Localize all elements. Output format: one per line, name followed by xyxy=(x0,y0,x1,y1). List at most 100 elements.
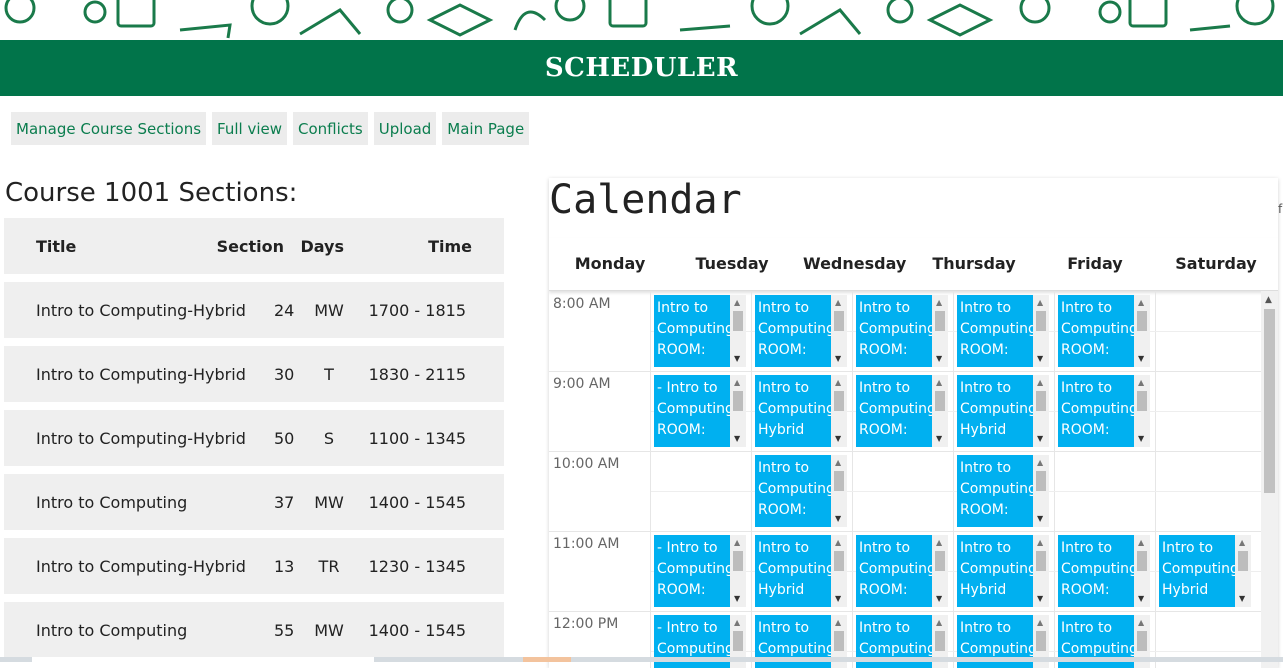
calendar-event[interactable]: Intro to Computing ROOM: ▲ ▼ xyxy=(1058,535,1150,607)
manage-course-sections-link[interactable]: Manage Course Sections xyxy=(11,112,207,145)
upload-link[interactable]: Upload xyxy=(373,112,437,145)
scroll-up-arrow-icon[interactable]: ▲ xyxy=(1037,619,1043,627)
event-scrollbar[interactable]: ▲▼ xyxy=(1033,375,1049,447)
calendar-event[interactable]: - Intro to Computing ROOM: ▲ ▼ xyxy=(654,535,746,607)
scroll-thumb[interactable] xyxy=(1036,311,1046,331)
calendar-event[interactable]: Intro to Computing ROOM: ▲ ▼ xyxy=(1058,375,1150,447)
event-scrollbar[interactable]: ▲▼ xyxy=(1033,535,1049,607)
scroll-down-arrow-icon[interactable]: ▼ xyxy=(1138,435,1144,443)
table-row[interactable]: Intro to Computing-Hybrid 13 TR 1230 - 1… xyxy=(4,538,504,594)
calendar-event[interactable]: Intro to Computing ROOM: ▲ ▼ xyxy=(957,455,1049,527)
scroll-thumb[interactable] xyxy=(1264,309,1275,493)
scroll-up-arrow-icon[interactable]: ▲ xyxy=(835,299,841,307)
scroll-down-arrow-icon[interactable]: ▼ xyxy=(936,595,942,603)
scroll-up-arrow-icon[interactable]: ▲ xyxy=(734,299,740,307)
event-scrollbar[interactable]: ▲▼ xyxy=(932,375,948,447)
scroll-down-arrow-icon[interactable]: ▼ xyxy=(734,595,740,603)
scroll-thumb[interactable] xyxy=(733,631,743,651)
event-scrollbar[interactable]: ▲▼ xyxy=(932,535,948,607)
scroll-down-arrow-icon[interactable]: ▼ xyxy=(936,435,942,443)
scroll-down-arrow-icon[interactable]: ▼ xyxy=(1037,515,1043,523)
event-scrollbar[interactable]: ▲▼ xyxy=(1134,295,1150,367)
scroll-up-arrow-icon[interactable]: ▲ xyxy=(936,379,942,387)
event-scrollbar[interactable]: ▲▼ xyxy=(1134,375,1150,447)
scroll-up-arrow-icon[interactable]: ▲ xyxy=(835,379,841,387)
scroll-down-arrow-icon[interactable]: ▼ xyxy=(1037,435,1043,443)
scroll-thumb[interactable] xyxy=(1137,391,1147,411)
scroll-up-arrow-icon[interactable]: ▲ xyxy=(1037,379,1043,387)
scroll-up-arrow-icon[interactable]: ▲ xyxy=(1138,299,1144,307)
scroll-thumb[interactable] xyxy=(1036,551,1046,571)
event-scrollbar[interactable]: ▲▼ xyxy=(831,535,847,607)
main-page-link[interactable]: Main Page xyxy=(442,112,530,145)
scroll-thumb[interactable] xyxy=(834,551,844,571)
scroll-up-arrow-icon[interactable]: ▲ xyxy=(835,539,841,547)
scroll-down-arrow-icon[interactable]: ▼ xyxy=(734,355,740,363)
event-scrollbar[interactable]: ▲▼ xyxy=(831,295,847,367)
calendar-event[interactable]: Intro to Computing- Hybrid▲▼ xyxy=(957,535,1049,607)
scroll-up-arrow-icon[interactable]: ▲ xyxy=(1037,299,1043,307)
calendar-event[interactable]: Intro to Computing ROOM: ▲ ▼ xyxy=(856,375,948,447)
scroll-thumb[interactable] xyxy=(1137,631,1147,651)
event-scrollbar[interactable]: ▲▼ xyxy=(831,455,847,527)
scroll-up-arrow-icon[interactable]: ▲ xyxy=(1037,459,1043,467)
scroll-up-arrow-icon[interactable]: ▲ xyxy=(936,299,942,307)
scroll-down-arrow-icon[interactable]: ▼ xyxy=(1239,595,1245,603)
scroll-up-arrow-icon[interactable]: ▲ xyxy=(835,619,841,627)
scroll-down-arrow-icon[interactable]: ▼ xyxy=(1037,355,1043,363)
scroll-up-arrow-icon[interactable]: ▲ xyxy=(1265,295,1272,305)
scroll-thumb[interactable] xyxy=(935,551,945,571)
scroll-down-arrow-icon[interactable]: ▼ xyxy=(936,355,942,363)
calendar-event[interactable]: - Intro to Computing ROOM: ▲ ▼ xyxy=(654,375,746,447)
scroll-up-arrow-icon[interactable]: ▲ xyxy=(936,539,942,547)
table-row[interactable]: Intro to Computing-Hybrid 50 S 1100 - 13… xyxy=(4,410,504,466)
event-scrollbar[interactable]: ▲▼ xyxy=(730,295,746,367)
scroll-thumb[interactable] xyxy=(834,631,844,651)
calendar-event[interactable]: Intro to Computing- Hybrid▲▼ xyxy=(755,375,847,447)
scroll-thumb[interactable] xyxy=(733,551,743,571)
event-scrollbar[interactable]: ▲▼ xyxy=(1033,455,1049,527)
scroll-up-arrow-icon[interactable]: ▲ xyxy=(734,619,740,627)
scroll-thumb[interactable] xyxy=(733,311,743,331)
calendar-event[interactable]: Intro to Computing ROOM: ▲ ▼ xyxy=(1058,295,1150,367)
event-scrollbar[interactable]: ▲▼ xyxy=(730,535,746,607)
calendar-event[interactable]: Intro to Computing ROOM: ▲ ▼ xyxy=(856,535,948,607)
scroll-up-arrow-icon[interactable]: ▲ xyxy=(936,619,942,627)
table-row[interactable]: Intro to Computing 55 MW 1400 - 1545 xyxy=(4,602,504,658)
calendar-event[interactable]: Intro to Computing- Hybrid▲▼ xyxy=(1159,535,1251,607)
scroll-down-arrow-icon[interactable]: ▼ xyxy=(734,435,740,443)
calendar-event[interactable]: Intro to Computing ROOM: ▲ ▼ xyxy=(755,455,847,527)
scroll-thumb[interactable] xyxy=(834,391,844,411)
calendar-event[interactable]: Intro to Computing- Hybrid▲▼ xyxy=(755,535,847,607)
scroll-down-arrow-icon[interactable]: ▼ xyxy=(1138,355,1144,363)
scroll-up-arrow-icon[interactable]: ▲ xyxy=(1037,539,1043,547)
table-row[interactable]: Intro to Computing-Hybrid 24 MW 1700 - 1… xyxy=(4,282,504,338)
scroll-down-arrow-icon[interactable]: ▼ xyxy=(835,355,841,363)
calendar-scrollbar[interactable]: ▲ xyxy=(1261,291,1278,668)
scroll-up-arrow-icon[interactable]: ▲ xyxy=(1239,539,1245,547)
scroll-thumb[interactable] xyxy=(834,311,844,331)
scroll-down-arrow-icon[interactable]: ▼ xyxy=(835,435,841,443)
scroll-thumb[interactable] xyxy=(834,471,844,491)
scroll-thumb[interactable] xyxy=(935,391,945,411)
scroll-down-arrow-icon[interactable]: ▼ xyxy=(835,515,841,523)
scroll-down-arrow-icon[interactable]: ▼ xyxy=(1037,595,1043,603)
scroll-up-arrow-icon[interactable]: ▲ xyxy=(734,539,740,547)
scroll-up-arrow-icon[interactable]: ▲ xyxy=(835,459,841,467)
scroll-up-arrow-icon[interactable]: ▲ xyxy=(1138,379,1144,387)
event-scrollbar[interactable]: ▲▼ xyxy=(932,295,948,367)
scroll-thumb[interactable] xyxy=(1238,551,1248,571)
calendar-event[interactable]: Intro to Computing ROOM: ▲ ▼ xyxy=(654,295,746,367)
scroll-up-arrow-icon[interactable]: ▲ xyxy=(1138,539,1144,547)
scroll-down-arrow-icon[interactable]: ▼ xyxy=(835,595,841,603)
scroll-thumb[interactable] xyxy=(733,391,743,411)
scroll-thumb[interactable] xyxy=(1036,471,1046,491)
full-view-link[interactable]: Full view xyxy=(212,112,288,145)
scroll-up-arrow-icon[interactable]: ▲ xyxy=(734,379,740,387)
calendar-event[interactable]: Intro to Computing ROOM: ▲ ▼ xyxy=(957,295,1049,367)
scroll-thumb[interactable] xyxy=(1137,311,1147,331)
calendar-event[interactable]: Intro to Computing- Hybrid▲▼ xyxy=(957,375,1049,447)
conflicts-link[interactable]: Conflicts xyxy=(293,112,368,145)
event-scrollbar[interactable]: ▲▼ xyxy=(1235,535,1251,607)
scroll-thumb[interactable] xyxy=(1036,391,1046,411)
